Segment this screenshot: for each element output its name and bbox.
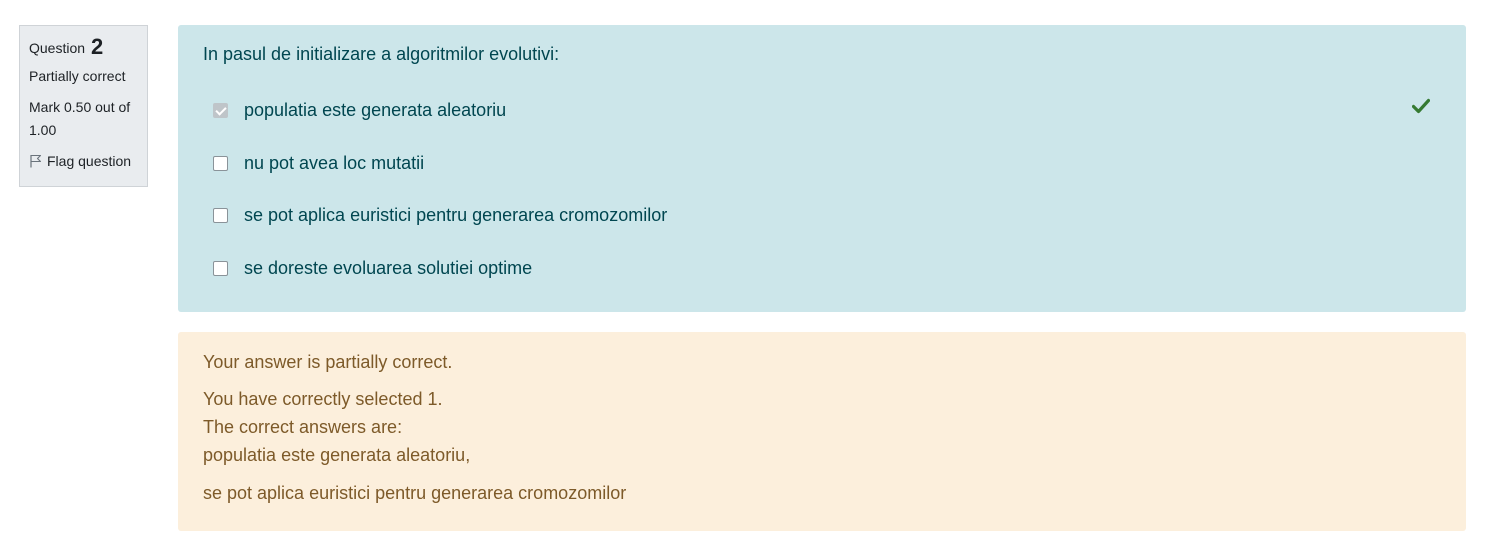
feedback-correct-answer-1: populatia este generata aleatoriu, xyxy=(203,445,471,465)
flag-question-label: Flag question xyxy=(47,153,132,169)
answer-option-2[interactable]: nu pot avea loc mutatii xyxy=(213,150,424,176)
answer-label-3[interactable]: se pot aplica euristici pentru generarea… xyxy=(244,205,667,226)
answer-label-4[interactable]: se doreste evoluarea solutiei optime xyxy=(244,258,532,279)
answer-label-1[interactable]: populatia este generata aleatoriu xyxy=(244,100,506,121)
question-state: Partially correct xyxy=(29,68,126,84)
answer-option-4[interactable]: se doreste evoluarea solutiei optime xyxy=(213,255,532,281)
quiz-question-page: Question 2 Partially correct Mark 0.50 o… xyxy=(0,0,1509,547)
question-formulation: In pasul de initializare a algoritmilor … xyxy=(178,25,1466,312)
feedback-selected-count: You have correctly selected 1. xyxy=(203,389,443,409)
answer-option-3[interactable]: se pot aplica euristici pentru generarea… xyxy=(213,202,667,228)
answer-label-2[interactable]: nu pot avea loc mutatii xyxy=(244,153,424,174)
answer-checkbox-1[interactable] xyxy=(213,102,228,118)
question-info-panel: Question 2 Partially correct Mark 0.50 o… xyxy=(19,25,148,187)
answer-checkbox-3[interactable] xyxy=(213,207,228,223)
answer-option-1[interactable]: populatia este generata aleatoriu xyxy=(213,97,506,123)
answer-checkbox-4[interactable] xyxy=(213,260,228,276)
question-number-line: Question 2 xyxy=(29,34,138,60)
question-label: Question xyxy=(29,40,86,56)
feedback-correct-header: The correct answers are: xyxy=(203,417,403,437)
feedback-summary: Your answer is partially correct. xyxy=(203,352,453,372)
check-icon xyxy=(1412,98,1430,114)
answer-checkbox-2[interactable] xyxy=(213,155,228,171)
feedback-correct-answer-2: se pot aplica euristici pentru generarea… xyxy=(203,483,627,503)
flag-question-button[interactable]: Flag question xyxy=(29,151,138,171)
question-number: 2 xyxy=(90,34,104,59)
question-grade: Mark 0.50 out of 1.00 xyxy=(29,99,131,138)
feedback-panel: Your answer is partially correct. You ha… xyxy=(178,332,1466,531)
question-text: In pasul de initializare a algoritmilor … xyxy=(203,44,560,64)
flag-icon xyxy=(30,154,42,168)
